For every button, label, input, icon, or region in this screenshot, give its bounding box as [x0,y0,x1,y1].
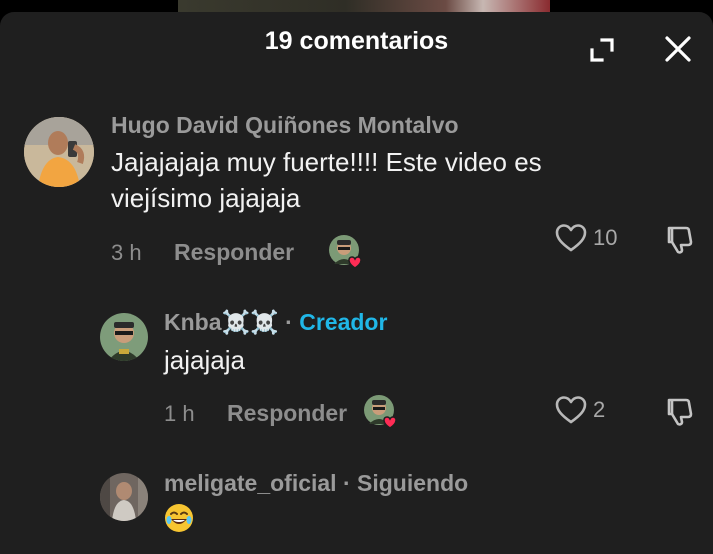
username-text[interactable]: meligate_oficial [164,470,337,496]
comment-timestamp: 1 h [164,401,195,426]
dislike-icon[interactable] [662,222,696,256]
reply-button[interactable]: Responder [227,400,347,427]
comment-text: jajajaja [164,345,245,375]
avatar[interactable] [100,473,148,521]
creator-liked-icon [364,395,397,429]
creator-liked-icon [329,235,362,269]
separator: · [342,470,351,496]
close-icon[interactable] [662,33,694,65]
laughing-emoji-icon [165,504,193,532]
like-button[interactable]: 2 [555,395,605,425]
following-badge: Siguiendo [357,470,469,496]
avatar[interactable] [100,313,148,361]
comment-username[interactable]: meligate_oficial · Siguiendo [164,470,468,497]
like-count: 2 [593,397,606,422]
comment-text: Jajajajaja muy fuerte!!!! Este video es … [111,144,542,216]
heart-icon [555,396,587,424]
like-count: 10 [593,225,618,250]
username-text[interactable]: Knba☠️☠️ [164,309,279,335]
separator: · [285,309,293,335]
avatar[interactable] [24,117,94,187]
comment-timestamp: 3 h [111,240,142,265]
comment-text-line: viejísimo jajajaja [111,183,301,213]
reply-button[interactable]: Responder [174,239,294,266]
creator-badge: Creador [299,309,388,335]
comment-text-line: Jajajajaja muy fuerte!!!! Este video es [111,147,542,177]
like-button[interactable]: 10 [555,223,617,253]
comment-username[interactable]: Hugo David Quiñones Montalvo [111,112,459,139]
expand-icon[interactable] [586,34,618,66]
heart-icon [555,224,587,252]
dislike-icon[interactable] [662,394,696,428]
comment-username[interactable]: Knba☠️☠️ · Creador [164,309,387,336]
